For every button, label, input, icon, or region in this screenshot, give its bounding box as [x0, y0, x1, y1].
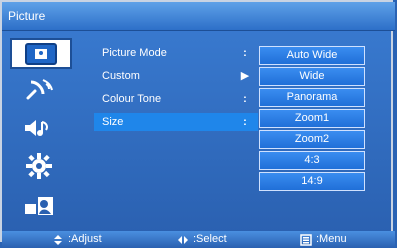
window-title: Picture: [8, 9, 46, 23]
select-hint-label: :Select: [193, 233, 227, 245]
rail-item-settings[interactable]: [10, 152, 68, 179]
settings-gear-icon: [26, 152, 52, 179]
menu-row-custom[interactable]: Custom ▶: [94, 67, 258, 85]
size-option[interactable]: Zoom1: [259, 109, 365, 128]
satellite-dish-icon: [26, 78, 53, 99]
menu-row-label: Picture Mode: [102, 47, 167, 59]
size-options-dropdown: Auto Wide Wide Panorama Zoom1 Zoom2 4:3 …: [259, 46, 365, 194]
size-option[interactable]: 14:9: [259, 172, 365, 191]
menu-icon: [300, 233, 312, 246]
menu-row-label: Size: [102, 116, 124, 128]
rail-item-user[interactable]: [10, 192, 68, 219]
picture-icon: [25, 42, 57, 65]
size-option[interactable]: Auto Wide: [259, 46, 365, 65]
menu-hint: :Menu: [300, 231, 347, 248]
category-rail: [10, 38, 72, 223]
person-icon: [25, 196, 53, 215]
title-bar: Picture: [2, 2, 395, 31]
menu-row-label: Colour Tone: [102, 93, 162, 105]
adjust-hint-label: :Adjust: [68, 233, 102, 245]
menu-row-separator: :: [243, 93, 247, 105]
rail-item-channel[interactable]: [10, 76, 68, 103]
adjust-hint: :Adjust: [52, 231, 102, 248]
size-option[interactable]: Zoom2: [259, 130, 365, 149]
left-right-arrows-icon: [178, 235, 188, 244]
menu-row-size[interactable]: Size :: [94, 113, 258, 131]
select-hint: :Select: [177, 231, 227, 248]
menu-row-separator: :: [243, 116, 247, 128]
up-down-arrows-icon: [54, 234, 62, 245]
menu-row-separator: :: [243, 47, 247, 59]
menu-row-picture-mode[interactable]: Picture Mode :: [94, 44, 258, 62]
sound-icon: [25, 119, 48, 136]
menu-row-label: Custom: [102, 70, 140, 82]
menu-frame: Picture Picture Mode: Custom ▶ Colour T…: [0, 0, 395, 248]
picture-settings-panel: Picture Mode : Custom ▶ Colour Tone : Si…: [94, 44, 258, 189]
menu-row-arrow: ▶: [240, 70, 250, 82]
footer-hints: :Adjust :Select :Menu: [2, 231, 395, 248]
size-option[interactable]: Wide: [259, 67, 365, 86]
rail-item-picture[interactable]: [10, 38, 72, 69]
size-option[interactable]: Panorama: [259, 88, 365, 107]
menu-row-colour-tone[interactable]: Colour Tone :: [94, 90, 258, 108]
rail-item-sound[interactable]: [10, 114, 68, 141]
size-option[interactable]: 4:3: [259, 151, 365, 170]
menu-hint-label: :Menu: [316, 233, 347, 245]
